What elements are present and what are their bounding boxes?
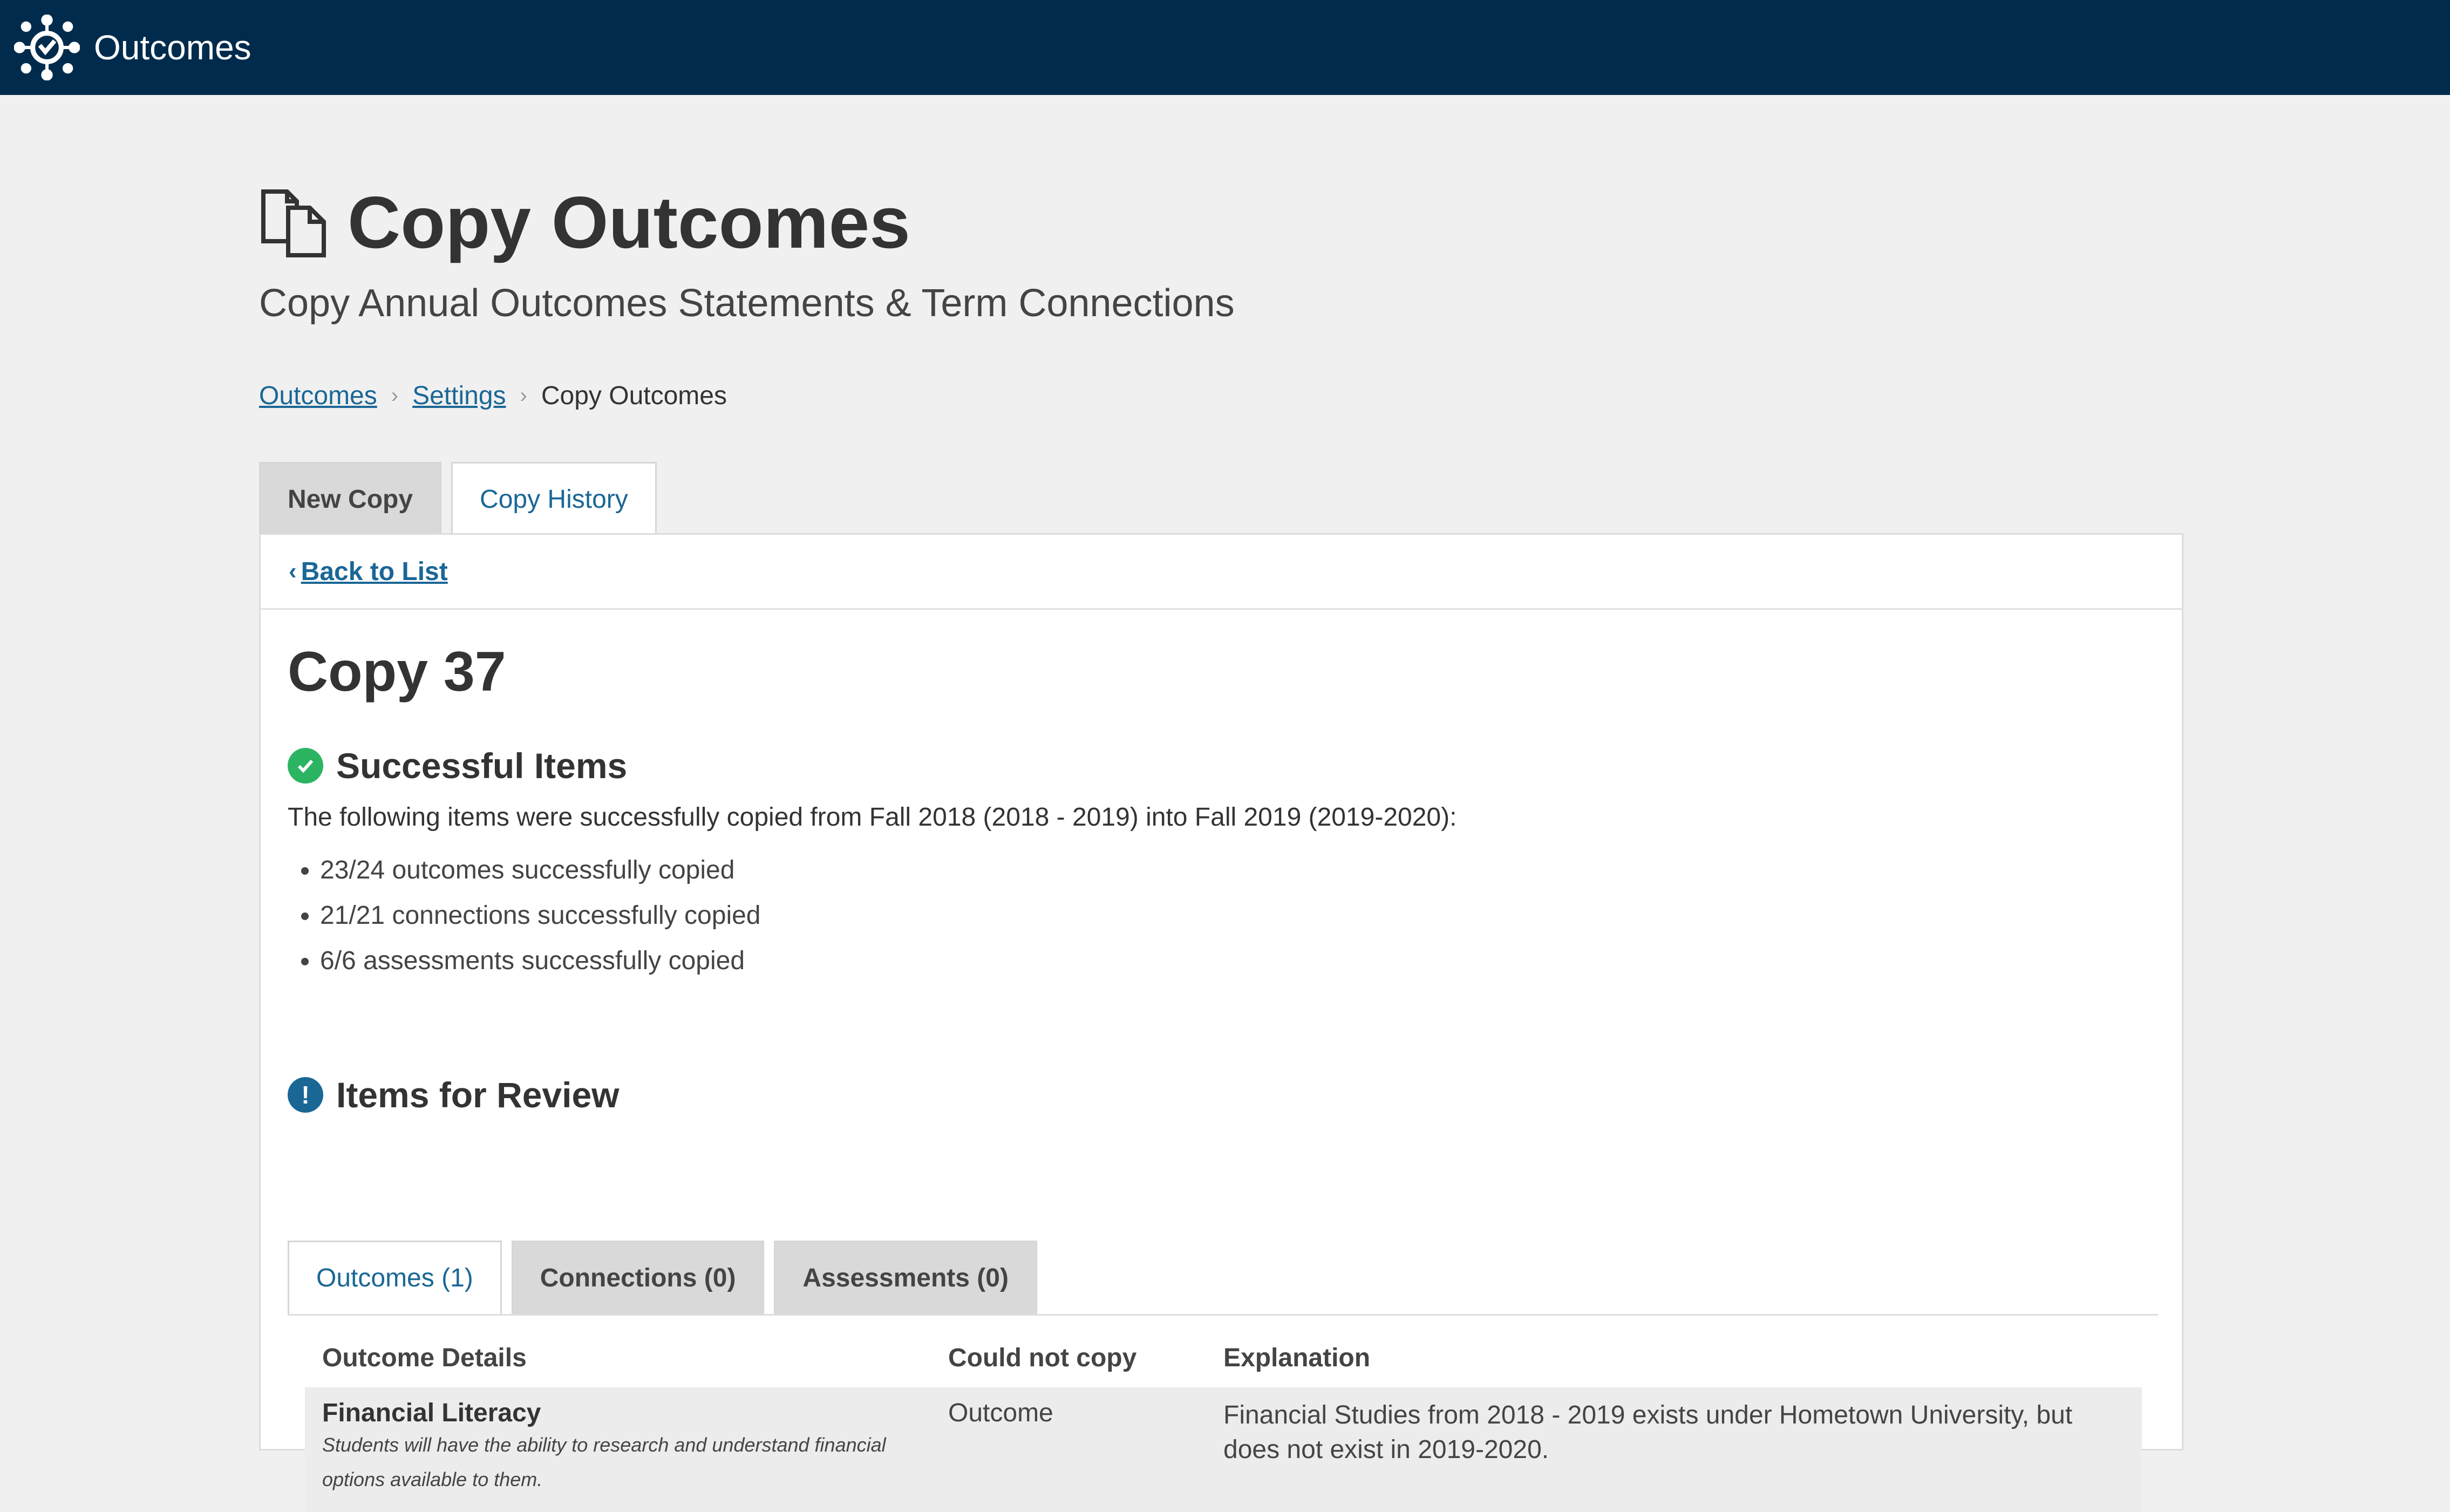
items-for-review-heading: ! Items for Review — [288, 1074, 620, 1115]
list-item: 21/21 connections successfully copied — [320, 893, 761, 938]
successful-intro: The following items were successfully co… — [288, 803, 1457, 832]
tab-new-copy[interactable]: New Copy — [259, 462, 442, 535]
successful-items-title: Successful Items — [336, 746, 628, 786]
back-bar: ‹ Back to List — [261, 535, 2182, 610]
top-navigation-bar: Outcomes — [0, 0, 2450, 95]
chevron-right-icon: › — [520, 384, 527, 407]
outcome-description: Students will have the ability to resear… — [322, 1434, 886, 1490]
breadcrumb-settings-link[interactable]: Settings — [412, 381, 506, 411]
breadcrumb-outcomes-link[interactable]: Outcomes — [259, 381, 377, 411]
chevron-left-icon[interactable]: ‹ — [289, 558, 297, 585]
column-header-could-not-copy: Could not copy — [948, 1343, 1137, 1372]
chevron-right-icon: › — [391, 384, 399, 407]
outcome-name: Financial Literacy — [322, 1399, 541, 1427]
tab-assessments[interactable]: Assessments (0) — [774, 1241, 1037, 1314]
exclamation-circle-icon: ! — [288, 1077, 323, 1113]
list-item: 6/6 assessments successfully copied — [320, 938, 761, 984]
items-for-review-title: Items for Review — [336, 1075, 620, 1115]
breadcrumb: Outcomes › Settings › Copy Outcomes — [259, 381, 727, 411]
copy-documents-icon — [261, 189, 326, 257]
column-header-outcome-details: Outcome Details — [322, 1343, 527, 1372]
column-header-explanation: Explanation — [1223, 1343, 1371, 1372]
app-name[interactable]: Outcomes — [94, 28, 251, 67]
back-to-list-link[interactable]: Back to List — [301, 557, 448, 587]
page-title: Copy Outcomes — [348, 181, 910, 263]
page-subtitle: Copy Annual Outcomes Statements & Term C… — [259, 282, 1235, 325]
tab-outcomes[interactable]: Outcomes (1) — [288, 1241, 502, 1314]
outcomes-network-icon[interactable] — [14, 15, 80, 80]
successful-list: 23/24 outcomes successfully copied 21/21… — [293, 848, 761, 984]
copy-title: Copy 37 — [288, 641, 506, 703]
review-tabs: Outcomes (1) Connections (0) Assessments… — [288, 1241, 2158, 1316]
table-header: Outcome Details Could not copy Explanati… — [305, 1328, 2142, 1387]
copy-history-panel: ‹ Back to List Copy 37 Successful Items … — [259, 533, 2183, 1512]
outcome-details-cell: Financial Literacy Students will have th… — [305, 1398, 948, 1497]
review-table: Outcome Details Could not copy Explanati… — [305, 1328, 2142, 1512]
could-not-copy-cell: Outcome — [948, 1399, 1053, 1427]
explanation-cell: Financial Studies from 2018 - 2019 exist… — [1223, 1401, 2073, 1464]
tab-connections[interactable]: Connections (0) — [511, 1241, 765, 1314]
successful-items-heading: Successful Items — [288, 745, 627, 786]
table-row: Financial Literacy Students will have th… — [305, 1387, 2142, 1512]
check-circle-icon — [288, 748, 323, 784]
tab-copy-history[interactable]: Copy History — [451, 462, 657, 535]
copy-tabs: New Copy Copy History — [259, 462, 666, 535]
page-header: Copy Outcomes — [259, 186, 910, 259]
list-item: 23/24 outcomes successfully copied — [320, 848, 761, 893]
breadcrumb-current: Copy Outcomes — [541, 382, 727, 410]
